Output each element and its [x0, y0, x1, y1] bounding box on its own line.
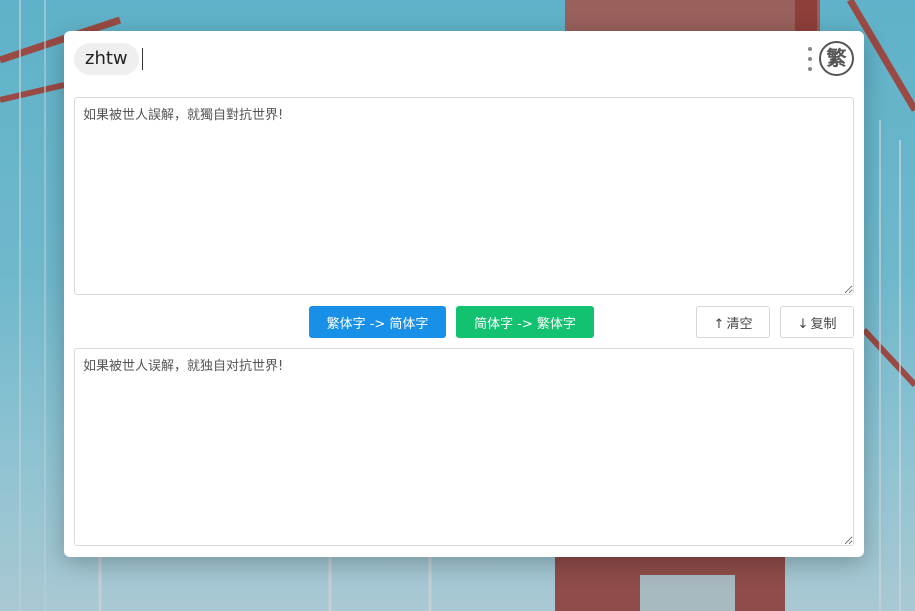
copy-button-label: 复制 — [810, 316, 837, 332]
simplified-output-textarea[interactable]: 如果被世人误解，就独自对抗世界! — [74, 348, 854, 546]
menu-dot — [808, 67, 812, 71]
menu-dot — [808, 57, 812, 61]
copy-button[interactable]: ↓ 复制 — [780, 306, 854, 338]
arrow-down-icon: ↓ — [797, 316, 809, 332]
clear-button-label: 清空 — [726, 316, 753, 332]
convert-to-traditional-button[interactable]: 简体字 -> 繁体字 — [456, 306, 594, 338]
text-cursor — [141, 48, 143, 70]
app-logo-icon: 繁 — [819, 41, 854, 76]
arrow-up-icon: ↑ — [713, 316, 725, 332]
search-bar[interactable]: zhtw — [74, 43, 143, 75]
convert-to-simplified-button[interactable]: 繁体字 -> 简体字 — [309, 306, 446, 338]
traditional-input-textarea[interactable]: 如果被世人誤解，就獨自對抗世界! — [74, 97, 854, 295]
menu-dot — [808, 47, 812, 51]
converter-window: zhtw 繁 如果被世人誤解，就獨自對抗世界! 繁体字 -> 简体字 简体字 -… — [64, 31, 864, 557]
clear-button[interactable]: ↑ 清空 — [696, 306, 770, 338]
search-keyword-tag[interactable]: zhtw — [74, 43, 139, 75]
more-options-icon[interactable] — [806, 47, 814, 71]
